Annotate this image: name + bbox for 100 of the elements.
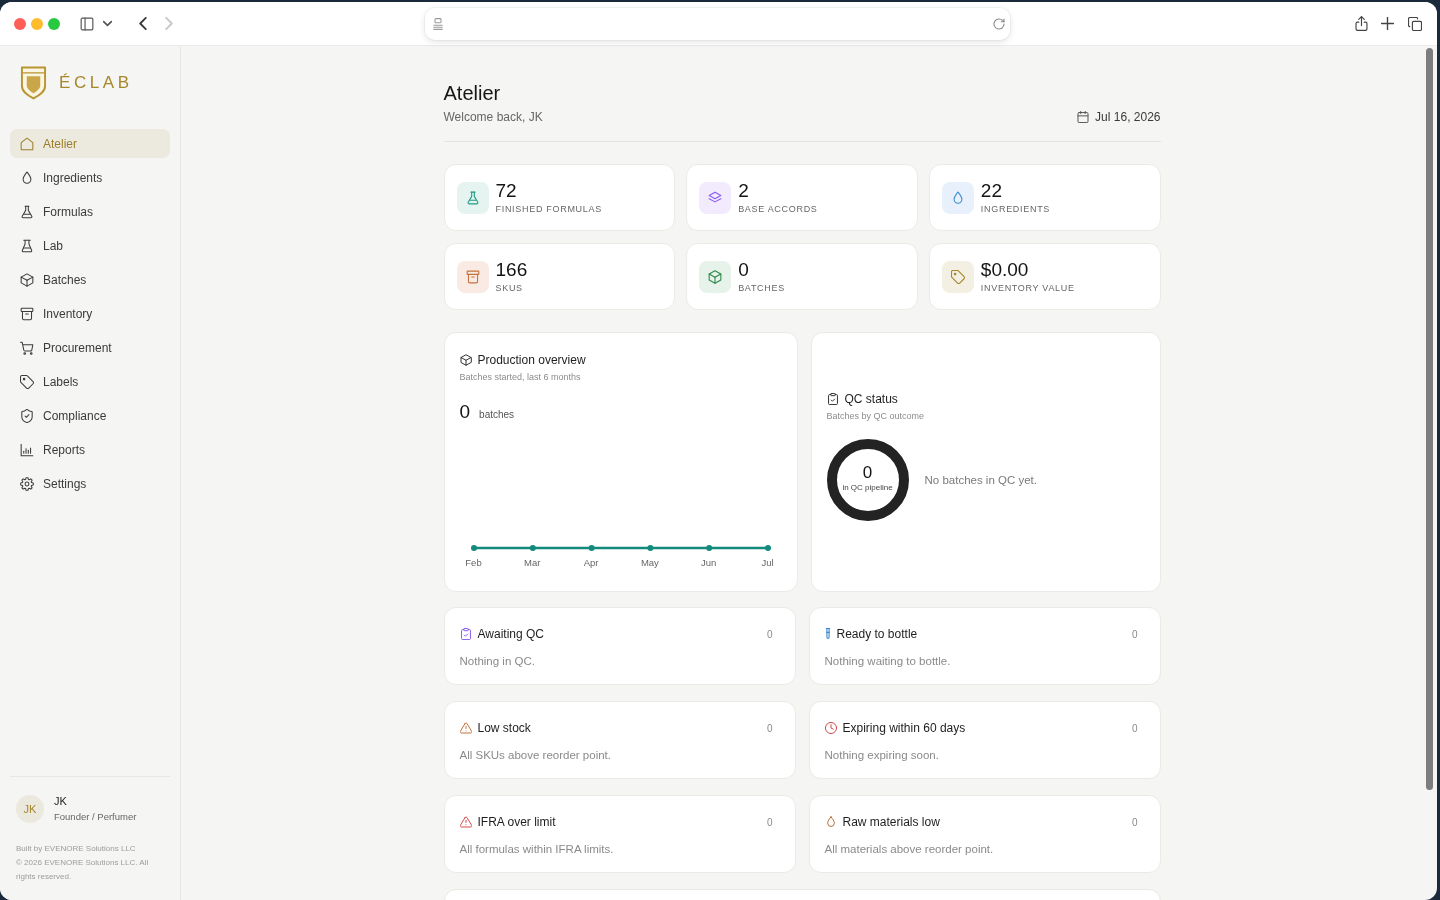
stat-value: 22	[980, 180, 1003, 202]
stat-value: 0	[738, 259, 750, 281]
page-icon	[433, 17, 443, 30]
caret-icon[interactable]	[103, 19, 112, 28]
stat-label: INVENTORY VALUE	[980, 283, 1075, 294]
card-title: QC status	[844, 391, 898, 407]
user-role: Founder / Perfumer	[54, 811, 137, 823]
zoom-window-button[interactable]	[48, 17, 60, 30]
card-subtitle: Batches started, last 6 months	[459, 371, 582, 383]
axis-label: Jul	[761, 557, 774, 569]
stat-label: INGREDIENTS	[980, 204, 1051, 215]
bar-chart-icon	[20, 442, 34, 457]
user-name: JK	[54, 795, 68, 808]
gear-icon	[20, 476, 34, 491]
card-subtitle: Batches by QC outcome	[826, 410, 926, 423]
alert-count: 0	[766, 816, 773, 828]
archive-box-icon	[456, 260, 489, 293]
tag-icon	[941, 260, 974, 293]
alert-message: All materials above reorder point.	[824, 842, 995, 856]
layers-icon	[699, 181, 732, 214]
share-icon[interactable]	[1355, 16, 1368, 31]
scrollbar-thumb[interactable]	[1426, 48, 1433, 790]
alert-message: Nothing in QC.	[459, 654, 536, 668]
batch-total: 0	[459, 400, 471, 424]
clock-icon	[824, 722, 837, 734]
card-title: Production overview	[477, 352, 586, 368]
stat-value: 2	[738, 180, 750, 202]
alert-count: 0	[766, 628, 773, 640]
sidebar-item[interactable]: Ingredients	[10, 163, 170, 192]
house-icon	[20, 136, 34, 151]
empty-message: No batches in QC yet.	[924, 474, 1037, 486]
sidebar-item[interactable]: Reports	[10, 435, 170, 464]
stat-label: FINISHED FORMULAS	[495, 204, 602, 215]
sidebar-icon[interactable]	[80, 16, 94, 31]
axis-label: Jun	[701, 557, 717, 569]
droplet-icon	[941, 181, 974, 214]
alert-count: 0	[1131, 722, 1138, 734]
alert-message: All SKUs above reorder point.	[459, 748, 612, 762]
stat-value: $0.00	[980, 259, 1030, 281]
stat-label: BATCHES	[738, 283, 785, 294]
cube-icon	[699, 260, 732, 293]
tabs-icon[interactable]	[1408, 16, 1422, 31]
plus-icon[interactable]	[1381, 17, 1394, 30]
sidebar-item[interactable]: Labels	[10, 367, 170, 396]
sidebar-item[interactable]: Lab	[10, 231, 170, 260]
alert-title: IFRA over limit	[477, 814, 556, 830]
shield-check-icon	[20, 408, 34, 423]
flask-icon	[456, 181, 489, 214]
address-field[interactable]	[425, 7, 1010, 40]
sidebar-item[interactable]: Procurement	[10, 333, 170, 362]
axis-label: Mar	[524, 557, 541, 569]
qc-total-label: in QC pipeline	[842, 483, 893, 493]
alert-count: 0	[1131, 628, 1138, 640]
alert-title: Low stock	[477, 720, 531, 736]
clipboard-check-icon	[826, 393, 839, 405]
sidebar-item[interactable]: Batches	[10, 265, 170, 294]
footer-text: Built by EVENORE Solutions LLC	[16, 843, 137, 855]
minimize-window-button[interactable]	[31, 17, 43, 30]
axis-label: Feb	[465, 557, 482, 569]
stat-label: SKUS	[495, 283, 524, 294]
reload-icon[interactable]	[993, 17, 1005, 30]
alert-count: 0	[1131, 816, 1138, 828]
alert-title: Awaiting QC	[477, 626, 544, 642]
sidebar-item[interactable]: Formulas	[10, 197, 170, 226]
droplet-icon	[824, 816, 837, 828]
page-subtitle: Welcome back, JK	[443, 110, 543, 124]
alert-count: 0	[766, 722, 773, 734]
cube-icon	[20, 272, 34, 287]
axis-label: Apr	[583, 557, 599, 569]
alert-title: Raw materials low	[842, 814, 940, 830]
sidebar-item[interactable]: Inventory	[10, 299, 170, 328]
cart-icon	[20, 340, 34, 355]
droplet-icon	[20, 170, 34, 185]
calendar-icon	[1077, 111, 1090, 123]
cube-icon	[459, 354, 472, 366]
warning-icon	[459, 816, 472, 828]
avatar: JK	[16, 795, 44, 823]
date-label: Jul 16, 2026	[1095, 110, 1161, 124]
footer-text: © 2026 EVENORE Solutions LLC. All rights reserved.	[16, 857, 150, 883]
beaker-icon	[20, 238, 34, 253]
chevron-left-icon[interactable]	[139, 17, 147, 30]
flask-icon	[20, 204, 34, 219]
alert-message: Nothing waiting to bottle.	[824, 654, 952, 668]
shield-logo-icon	[20, 65, 47, 101]
brand-name: ÉCLAB	[59, 73, 133, 93]
alert-title: Expiring within 60 days	[842, 720, 966, 736]
sidebar-item[interactable]: Settings	[10, 469, 170, 498]
clipboard-check-icon	[459, 628, 472, 640]
close-window-button[interactable]	[14, 17, 26, 30]
test-tube-icon	[824, 628, 831, 640]
alert-message: Nothing expiring soon.	[824, 748, 940, 762]
archive-box-icon	[20, 306, 34, 321]
sidebar-item[interactable]: Compliance	[10, 401, 170, 430]
stat-value: 72	[495, 180, 518, 202]
stat-value: 166	[495, 259, 528, 281]
tag-icon	[20, 374, 34, 389]
stat-label: BASE ACCORDS	[738, 204, 818, 215]
batch-unit: batches	[479, 409, 515, 420]
page-title: Atelier	[443, 82, 502, 104]
axis-label: May	[640, 557, 659, 569]
